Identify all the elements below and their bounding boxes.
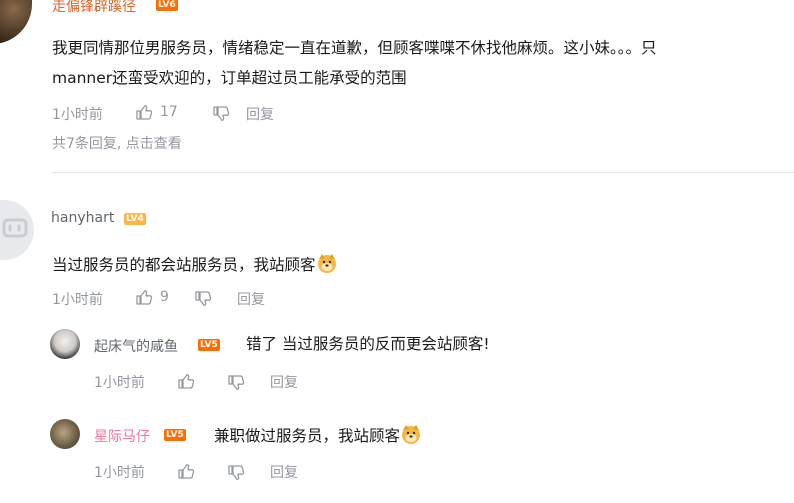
comment1-view-replies-link[interactable]: 共7条回复, 点击查看 — [52, 133, 182, 153]
avatar-comment2[interactable] — [0, 200, 34, 260]
default-avatar-tv-icon — [2, 218, 28, 238]
doge-emoji-icon — [317, 254, 336, 273]
thumb-down-icon[interactable] — [227, 374, 245, 392]
reply1-level-badge: LV5 — [198, 339, 220, 351]
comment1-like-count: 17 — [160, 104, 178, 120]
comment2-time: 1小时前 — [52, 292, 103, 308]
avatar-reply1[interactable] — [50, 329, 80, 359]
thumb-up-icon[interactable] — [135, 103, 153, 121]
comment-divider — [52, 172, 794, 173]
reply1-reply-button[interactable]: 回复 — [270, 372, 298, 392]
comment1-time: 1小时前 — [52, 107, 103, 123]
reply1-text: 错了 当过服务员的反而更会站顾客! — [246, 335, 490, 353]
reply2-time: 1小时前 — [94, 465, 145, 481]
avatar-comment1[interactable] — [0, 0, 32, 44]
thumb-up-icon[interactable] — [177, 462, 195, 480]
thumb-down-icon[interactable] — [194, 290, 212, 308]
comment1-text-line1: 我更同情那位男服务员，情绪稳定一直在道歉，但顾客喋喋不休找他麻烦。这小妹。。。只 — [52, 39, 657, 57]
doge-emoji-icon — [402, 425, 421, 444]
reply1-username[interactable]: 起床气的咸鱼 — [94, 336, 178, 356]
comment2-level-badge: LV4 — [124, 213, 146, 225]
comment2-text-content: 当过服务员的都会站服务员，我站顾客 — [52, 256, 316, 274]
comment2-reply-button[interactable]: 回复 — [237, 289, 265, 309]
comment2-text: 当过服务员的都会站服务员，我站顾客 — [52, 252, 338, 276]
comment2-like-count: 9 — [160, 289, 169, 305]
thumb-down-icon[interactable] — [212, 105, 230, 123]
comment1-reply-button[interactable]: 回复 — [246, 104, 274, 124]
reply2-reply-button[interactable]: 回复 — [270, 462, 298, 482]
reply2-level-badge: LV5 — [164, 429, 186, 441]
comment2-username[interactable]: hanyhart — [51, 210, 114, 226]
comment1-username[interactable]: 走偏锋辟蹊径 — [52, 0, 136, 16]
thumb-down-icon[interactable] — [227, 464, 245, 482]
reply2-username[interactable]: 星际马仔 — [94, 426, 150, 446]
reply2-text: 兼职做过服务员，我站顾客 — [214, 423, 422, 447]
comment1-text-line2: manner还蛮受欢迎的，订单超过员工能承受的范围 — [52, 69, 407, 87]
thumb-up-icon[interactable] — [135, 288, 153, 306]
thumb-up-icon[interactable] — [177, 372, 195, 390]
avatar-reply2[interactable] — [50, 419, 80, 449]
reply1-time: 1小时前 — [94, 375, 145, 391]
reply2-text-content: 兼职做过服务员，我站顾客 — [214, 427, 401, 445]
comment1-level-badge: LV6 — [156, 0, 178, 11]
